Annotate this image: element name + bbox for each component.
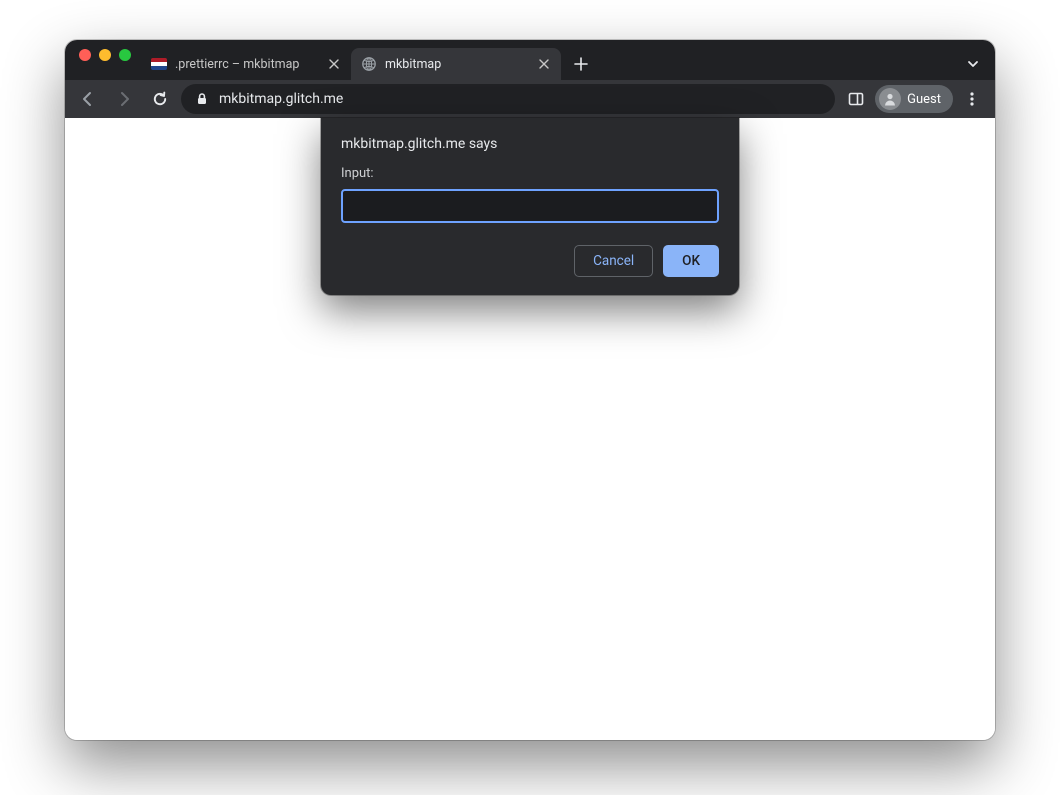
reload-button[interactable] — [145, 84, 175, 114]
overflow-menu-button[interactable] — [957, 84, 987, 114]
globe-icon — [361, 56, 377, 72]
ok-button[interactable]: OK — [663, 245, 719, 277]
toolbar-right: Guest — [841, 84, 987, 114]
address-bar[interactable]: mkbitmap.glitch.me — [181, 84, 835, 114]
profile-button[interactable]: Guest — [875, 85, 953, 113]
tab-prettierrc[interactable]: .prettierrc – mkbitmap — [141, 48, 351, 80]
dialog-input[interactable] — [341, 189, 719, 223]
tab-mkbitmap[interactable]: mkbitmap — [351, 48, 561, 80]
dialog-origin: mkbitmap.glitch.me says — [341, 136, 719, 152]
window-menu-button[interactable] — [959, 50, 987, 78]
zoom-window-button[interactable] — [119, 49, 131, 61]
side-panel-button[interactable] — [841, 84, 871, 114]
back-button[interactable] — [73, 84, 103, 114]
window-controls — [73, 49, 141, 71]
cancel-button[interactable]: Cancel — [574, 245, 653, 277]
forward-button[interactable] — [109, 84, 139, 114]
close-tab-button[interactable] — [327, 57, 341, 71]
dialog-buttons: Cancel OK — [341, 245, 719, 277]
toolbar: mkbitmap.glitch.me Guest — [65, 80, 995, 118]
profile-label: Guest — [907, 92, 941, 107]
close-window-button[interactable] — [79, 49, 91, 61]
tab-title: mkbitmap — [385, 57, 529, 72]
browser-window: .prettierrc – mkbitmap mkbitmap — [65, 40, 995, 740]
close-tab-button[interactable] — [537, 57, 551, 71]
new-tab-button[interactable] — [567, 50, 595, 78]
avatar-icon — [879, 88, 901, 110]
lock-icon — [195, 92, 209, 106]
tab-title: .prettierrc – mkbitmap — [175, 57, 319, 72]
flag-icon — [151, 56, 167, 72]
dialog-prompt-label: Input: — [341, 166, 719, 181]
js-prompt-dialog: mkbitmap.glitch.me says Input: Cancel OK — [321, 118, 739, 295]
tab-strip: .prettierrc – mkbitmap mkbitmap — [65, 40, 995, 80]
minimize-window-button[interactable] — [99, 49, 111, 61]
url-text: mkbitmap.glitch.me — [219, 91, 343, 107]
